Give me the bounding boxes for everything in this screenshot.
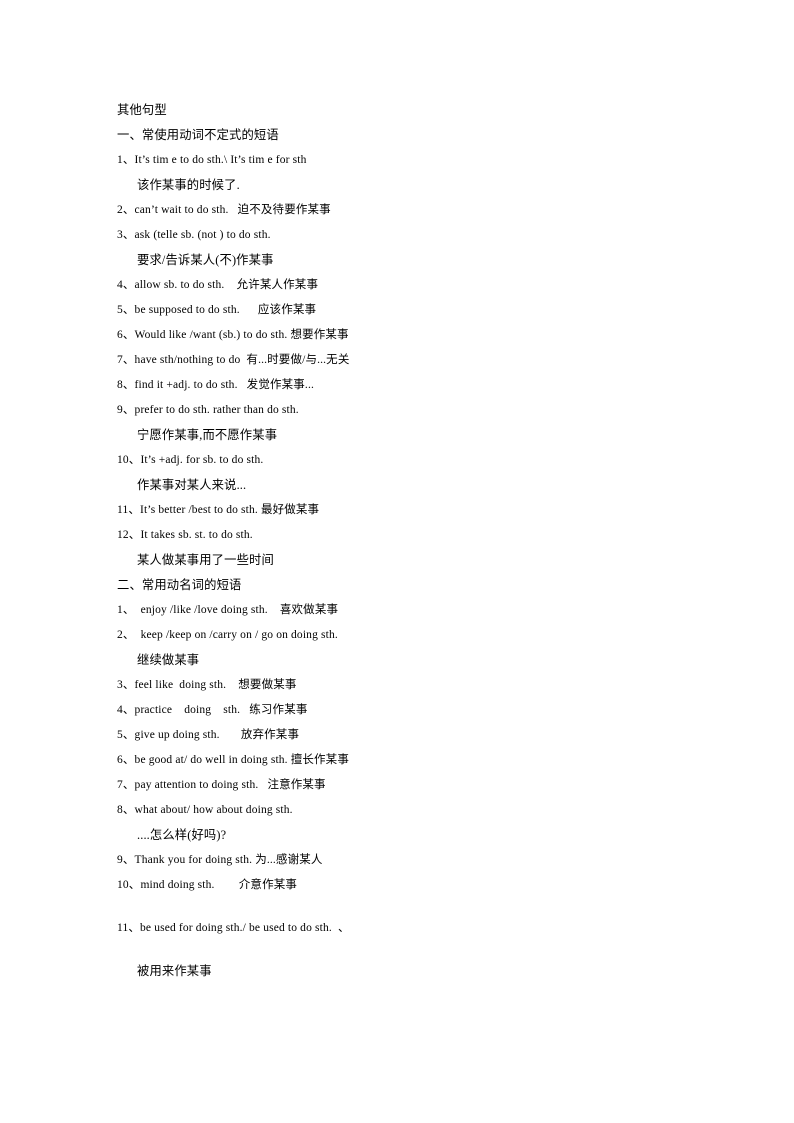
section-heading-1: 一、常使用动词不定式的短语	[117, 128, 279, 142]
phrase-line: 6、Would like /want (sb.) to do sth. 想要作某…	[117, 329, 349, 341]
translation-line: 要求/告诉某人(不)作某事	[137, 253, 274, 267]
translation-line: 作某事对某人来说...	[137, 478, 247, 492]
phrase-line: 4、practice doing sth. 练习作某事	[117, 704, 308, 716]
phrase-line: 9、Thank you for doing sth. 为...感谢某人	[117, 854, 323, 866]
phrase-line: 9、prefer to do sth. rather than do sth.	[117, 404, 299, 416]
phrase-line: 1、It’s tim e to do sth.\ It’s tim e for …	[117, 154, 307, 166]
document-body: 其他句型 一、常使用动词不定式的短语 1、It’s tim e to do st…	[117, 98, 677, 983]
phrase-line: 8、what about/ how about doing sth.	[117, 804, 293, 816]
translation-line: 宁愿作某事,而不愿作某事	[137, 428, 278, 442]
phrase-line: 10、mind doing sth. 介意作某事	[117, 879, 298, 891]
translation-line: 该作某事的时候了.	[137, 178, 240, 192]
phrase-line: 5、be supposed to do sth. 应该作某事	[117, 304, 317, 316]
section-heading-2: 二、常用动名词的短语	[117, 578, 242, 592]
document-page: 其他句型 一、常使用动词不定式的短语 1、It’s tim e to do st…	[0, 0, 794, 1123]
phrase-line: 10、It’s +adj. for sb. to do sth.	[117, 454, 264, 466]
phrase-line: 12、It takes sb. st. to do sth.	[117, 529, 253, 541]
phrase-line: 11、be used for doing sth./ be used to do…	[117, 922, 350, 934]
phrase-line: 5、give up doing sth. 放弃作某事	[117, 729, 300, 741]
phrase-line: 8、find it +adj. to do sth. 发觉作某事...	[117, 379, 314, 391]
translation-line: 继续做某事	[137, 653, 200, 667]
translation-line: ....怎么样(好吗)?	[137, 828, 227, 842]
phrase-line: 2、 keep /keep on /carry on / go on doing…	[117, 629, 338, 641]
phrase-line: 6、be good at/ do well in doing sth. 擅长作某…	[117, 754, 349, 766]
phrase-line: 3、ask (telle sb. (not ) to do sth.	[117, 229, 271, 241]
translation-line: 被用来作某事	[137, 964, 212, 978]
phrase-line: 7、have sth/nothing to do 有...时要做/与...无关	[117, 354, 350, 366]
translation-line: 某人做某事用了一些时间	[137, 553, 274, 567]
phrase-line: 2、can’t wait to do sth. 迫不及待要作某事	[117, 204, 331, 216]
phrase-line: 1、 enjoy /like /love doing sth. 喜欢做某事	[117, 604, 339, 616]
phrase-line: 4、allow sb. to do sth. 允许某人作某事	[117, 279, 319, 291]
phrase-line: 3、feel like doing sth. 想要做某事	[117, 679, 297, 691]
phrase-line: 7、pay attention to doing sth. 注意作某事	[117, 779, 326, 791]
document-title: 其他句型	[117, 103, 167, 117]
phrase-line: 11、It’s better /best to do sth. 最好做某事	[117, 504, 320, 516]
